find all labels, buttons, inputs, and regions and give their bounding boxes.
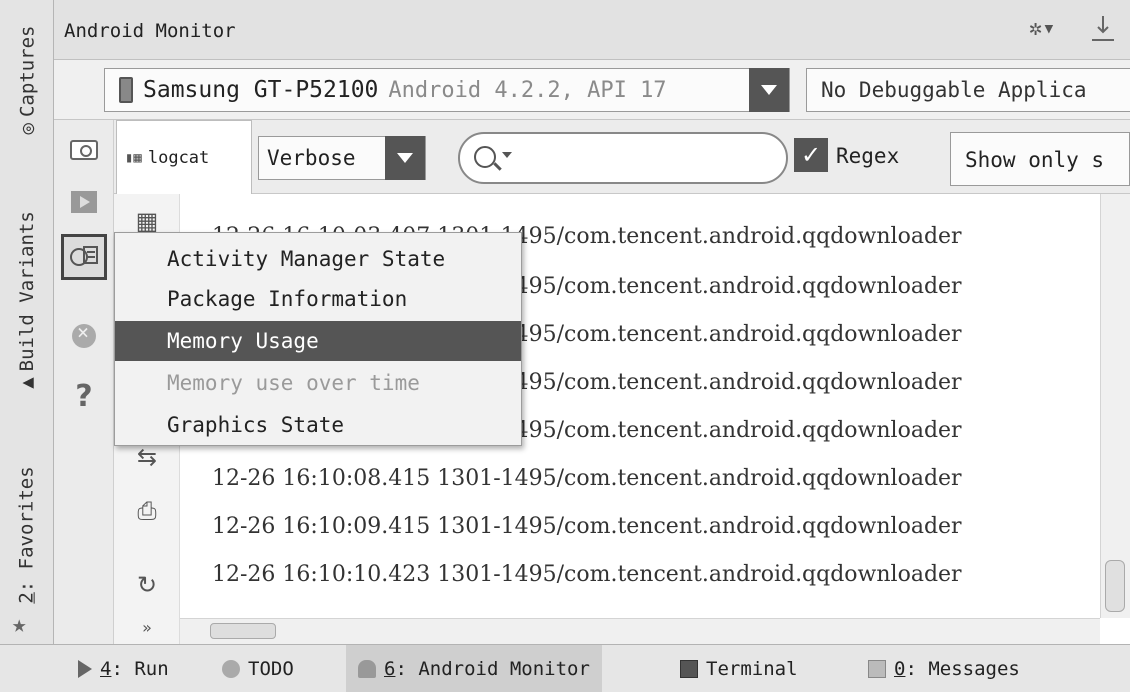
- tab-run[interactable]: 4: Run: [78, 645, 169, 692]
- menu-item-memory-use-over-time: Memory use over time: [167, 371, 420, 395]
- tab-messages-label: : Messages: [905, 658, 1020, 680]
- camera-icon[interactable]: [64, 130, 104, 170]
- monitor-side-toolbar: ?: [54, 120, 114, 644]
- hide-panel-icon[interactable]: [1089, 14, 1117, 44]
- search-input[interactable]: [458, 132, 788, 184]
- screen-record-icon[interactable]: [64, 182, 104, 222]
- bottom-tool-bar: 4: Run TODO 6: Android Monitor Terminal …: [0, 644, 1130, 692]
- restart-icon[interactable]: ↻: [132, 570, 162, 600]
- menu-item-memory-usage[interactable]: Memory Usage: [115, 321, 521, 361]
- tab-todo-label: TODO: [248, 658, 294, 680]
- chevron-down-icon[interactable]: [749, 68, 789, 112]
- system-info-menu: Activity Manager State Package Informati…: [114, 232, 522, 446]
- log-level-value: Verbose: [267, 146, 356, 170]
- system-info-icon[interactable]: [61, 234, 107, 280]
- terminate-icon[interactable]: [64, 316, 104, 356]
- search-icon: [474, 146, 496, 168]
- favorites-number: 2: [16, 592, 39, 604]
- captures-tab[interactable]: ◎ Captures: [8, 0, 46, 160]
- print-icon[interactable]: ⎙: [132, 496, 162, 526]
- log-level-select[interactable]: Verbose: [258, 136, 426, 180]
- android-monitor-header: Android Monitor ✲▾: [54, 0, 1130, 60]
- horizontal-scrollbar[interactable]: [180, 618, 1100, 644]
- menu-item-package-information[interactable]: Package Information: [115, 281, 521, 317]
- more-icon[interactable]: »: [132, 612, 162, 642]
- log-line: 12-26 16:10:08.415 1301-1495/com.tencent…: [212, 466, 962, 491]
- soft-wraps-icon[interactable]: ⇆: [132, 442, 162, 472]
- panel-title: Android Monitor: [64, 20, 236, 42]
- android-icon: ▲: [16, 377, 39, 389]
- left-tool-strip: ◎ Captures ▲ Build Variants 2: Favorites…: [0, 0, 54, 644]
- filter-select[interactable]: Show only s: [950, 132, 1130, 186]
- favorites-label: : Favorites: [16, 466, 39, 593]
- phone-icon: [119, 77, 133, 103]
- logcat-toolbar: ▮▦ logcat Verbose ✓ Regex Show only s: [114, 120, 1130, 194]
- tab-monitor-number: 6: [384, 658, 396, 680]
- horizontal-scroll-thumb[interactable]: [210, 623, 276, 639]
- device-api: Android 4.2.2, API 17: [388, 77, 667, 103]
- device-toolbar: Samsung GT-P52100 Android 4.2.2, API 17 …: [54, 60, 1130, 120]
- terminal-icon: [680, 660, 698, 678]
- tab-terminal-label: Terminal: [706, 658, 798, 680]
- build-variants-tab[interactable]: ▲ Build Variants: [8, 185, 46, 415]
- android-icon: [358, 660, 376, 678]
- tab-messages[interactable]: 0: Messages: [868, 645, 1020, 692]
- search-history-icon[interactable]: [502, 152, 512, 158]
- tab-todo[interactable]: TODO: [222, 645, 294, 692]
- menu-item-activity-manager-state[interactable]: Activity Manager State: [115, 241, 521, 277]
- captures-label: Captures: [16, 25, 38, 118]
- vertical-scrollbar[interactable]: [1100, 194, 1130, 618]
- messages-icon: [868, 660, 886, 678]
- run-icon: [78, 660, 92, 678]
- tab-android-monitor[interactable]: 6: Android Monitor: [346, 645, 602, 692]
- favorites-tab[interactable]: 2: Favorites: [8, 450, 46, 620]
- logcat-icon: ▮▦: [125, 149, 142, 166]
- tab-terminal[interactable]: Terminal: [680, 645, 798, 692]
- app-select[interactable]: No Debuggable Applica: [806, 68, 1130, 112]
- tab-monitor-label: : Android Monitor: [395, 658, 590, 680]
- device-select[interactable]: Samsung GT-P52100 Android 4.2.2, API 17: [104, 68, 790, 112]
- log-line: 12-26 16:10:10.423 1301-1495/com.tencent…: [212, 562, 962, 587]
- help-icon[interactable]: ?: [64, 376, 104, 416]
- tab-logcat[interactable]: ▮▦ logcat: [116, 120, 252, 194]
- star-icon: ★: [12, 610, 27, 638]
- regex-checkbox[interactable]: ✓: [794, 138, 828, 172]
- menu-item-graphics-state[interactable]: Graphics State: [115, 407, 521, 443]
- regex-label: Regex: [836, 144, 900, 168]
- device-name: Samsung GT-P52100: [143, 77, 379, 103]
- tab-run-number: 4: [100, 658, 112, 680]
- captures-icon: ◎: [16, 123, 38, 135]
- log-line: 12-26 16:10:09.415 1301-1495/com.tencent…: [212, 514, 962, 539]
- gear-icon[interactable]: ✲▾: [1029, 16, 1056, 41]
- tab-messages-number: 0: [894, 658, 906, 680]
- chevron-down-icon[interactable]: [385, 136, 425, 180]
- tab-logcat-label: logcat: [147, 147, 210, 168]
- build-variants-label: Build Variants: [16, 211, 39, 372]
- todo-icon: [222, 660, 240, 678]
- tab-run-label: : Run: [111, 658, 169, 680]
- vertical-scroll-thumb[interactable]: [1105, 560, 1125, 612]
